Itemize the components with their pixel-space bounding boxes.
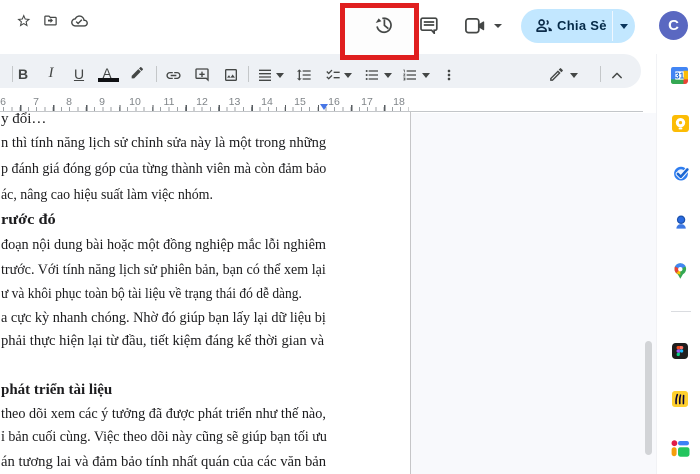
svg-text:31: 31: [675, 71, 684, 80]
